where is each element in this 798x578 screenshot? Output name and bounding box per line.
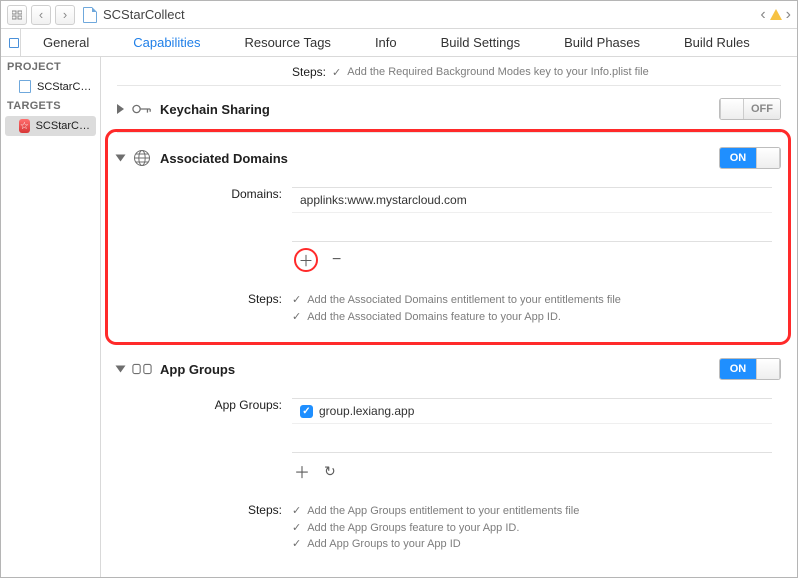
nav-back-right[interactable]: ‹ bbox=[760, 6, 765, 24]
sidebar-project-item[interactable]: SCStarC… bbox=[1, 77, 100, 96]
add-group-button[interactable]: ＋ bbox=[294, 459, 310, 483]
project-sidebar: PROJECT SCStarC… TARGETS ☆ SCStarC… bbox=[1, 57, 101, 577]
steps-label: Steps: bbox=[117, 503, 292, 553]
domains-label: Domains: bbox=[117, 187, 292, 278]
check-icon: ✓ bbox=[292, 292, 301, 309]
domains-list[interactable]: applinks:www.mystarcloud.com bbox=[292, 187, 772, 242]
app-groups-switch[interactable]: ONOFF bbox=[719, 358, 781, 380]
target-app-icon: ☆ bbox=[19, 119, 30, 133]
list-empty-row bbox=[292, 424, 772, 452]
check-icon: ✓ bbox=[292, 309, 301, 326]
tab-build-phases[interactable]: Build Phases bbox=[542, 29, 662, 56]
app-group-row[interactable]: ✓ group.lexiang.app bbox=[292, 399, 772, 424]
tab-general[interactable]: General bbox=[21, 29, 111, 56]
domain-row[interactable]: applinks:www.mystarcloud.com bbox=[292, 188, 772, 213]
nav-forward-button[interactable]: › bbox=[55, 5, 75, 25]
disclosure-triangle[interactable] bbox=[116, 366, 126, 373]
section-title: Associated Domains bbox=[160, 151, 288, 166]
nav-back-button[interactable]: ‹ bbox=[31, 5, 51, 25]
sidebar-header-targets: TARGETS bbox=[1, 96, 100, 116]
steps-label: Steps: bbox=[117, 292, 292, 325]
section-title: Keychain Sharing bbox=[160, 102, 270, 117]
check-icon: ✓ bbox=[292, 536, 301, 553]
disclosure-triangle[interactable] bbox=[116, 155, 126, 162]
editor-tab-bar: General Capabilities Resource Tags Info … bbox=[1, 29, 797, 57]
app-square-icon bbox=[9, 38, 19, 48]
checkbox-checked[interactable]: ✓ bbox=[300, 405, 313, 418]
globe-icon bbox=[132, 149, 152, 167]
app-groups-label: App Groups: bbox=[117, 398, 292, 489]
tab-build-settings[interactable]: Build Settings bbox=[419, 29, 543, 56]
target-indicator[interactable] bbox=[7, 29, 21, 56]
tab-resource-tags[interactable]: Resource Tags bbox=[222, 29, 352, 56]
sidebar-target-item[interactable]: ☆ SCStarC… bbox=[5, 116, 96, 136]
related-items-button[interactable] bbox=[7, 5, 27, 25]
section-title: App Groups bbox=[160, 362, 235, 377]
annotation-circle: ＋ bbox=[294, 248, 318, 272]
steps-list: ✓Add the Associated Domains entitlement … bbox=[292, 292, 621, 325]
check-icon: ✓ bbox=[292, 520, 301, 537]
section-associated-domains: Associated Domains ONOFF Domains: applin… bbox=[117, 133, 781, 344]
list-empty-row bbox=[292, 213, 772, 241]
associated-domains-switch[interactable]: ONOFF bbox=[719, 147, 781, 169]
tab-capabilities[interactable]: Capabilities bbox=[111, 29, 222, 56]
add-domain-button[interactable]: ＋ bbox=[298, 250, 313, 271]
capabilities-editor[interactable]: Steps: ✓ Add the Required Background Mod… bbox=[101, 57, 797, 577]
steps-list: ✓Add the App Groups entitlement to your … bbox=[292, 503, 579, 553]
jump-bar: ‹ › SCStarCollect ‹ › bbox=[1, 1, 797, 29]
tab-info[interactable]: Info bbox=[353, 29, 419, 56]
section-app-groups: App Groups ONOFF App Groups: ✓ group.lex… bbox=[117, 344, 781, 571]
project-file-icon bbox=[83, 7, 97, 23]
sidebar-target-label: SCStarC… bbox=[36, 120, 90, 132]
keychain-switch[interactable]: ONOFF bbox=[719, 98, 781, 120]
previous-section-peek: Steps: ✓ Add the Required Background Mod… bbox=[117, 57, 781, 86]
remove-domain-button[interactable]: − bbox=[332, 251, 341, 269]
app-groups-list[interactable]: ✓ group.lexiang.app bbox=[292, 398, 772, 453]
sidebar-project-label: SCStarC… bbox=[37, 81, 91, 93]
disclosure-triangle[interactable] bbox=[117, 104, 124, 114]
keychain-icon bbox=[132, 100, 152, 118]
tab-build-rules[interactable]: Build Rules bbox=[662, 29, 772, 56]
breadcrumb-file: SCStarCollect bbox=[103, 7, 185, 22]
breadcrumb[interactable]: SCStarCollect bbox=[79, 7, 185, 23]
check-icon: ✓ bbox=[332, 66, 341, 79]
warning-icon[interactable] bbox=[770, 9, 782, 20]
section-keychain-sharing: Keychain Sharing ONOFF bbox=[117, 86, 781, 133]
project-icon bbox=[19, 80, 31, 93]
app-groups-icon bbox=[132, 360, 152, 378]
check-icon: ✓ bbox=[292, 503, 301, 520]
nav-forward-right[interactable]: › bbox=[786, 6, 791, 24]
xcode-window: ‹ › SCStarCollect ‹ › General Capabiliti… bbox=[0, 0, 798, 578]
refresh-groups-button[interactable]: ↻ bbox=[324, 463, 336, 480]
sidebar-header-project: PROJECT bbox=[1, 57, 100, 77]
